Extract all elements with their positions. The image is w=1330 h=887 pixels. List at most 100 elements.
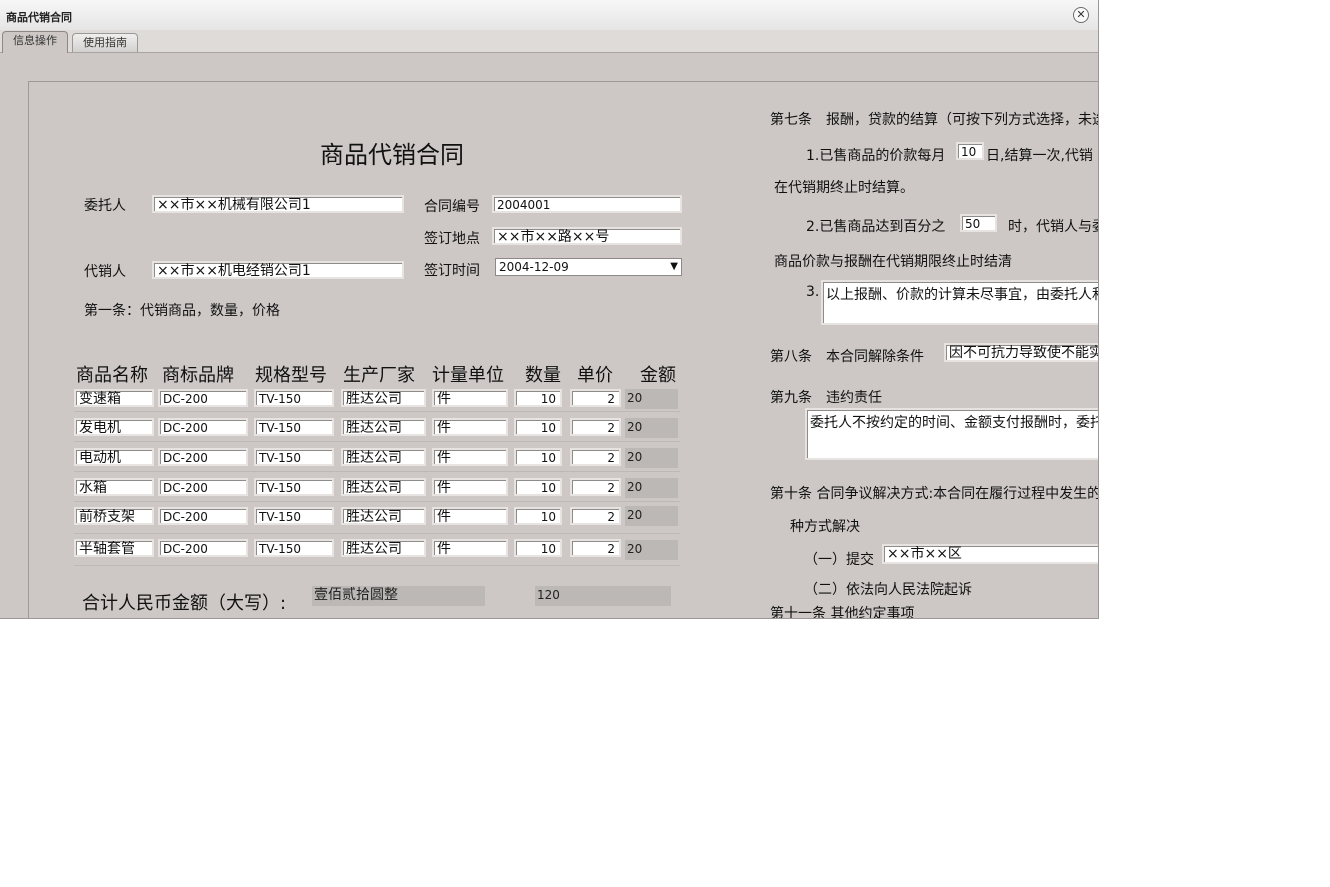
cell-amount: 20 <box>625 389 678 409</box>
cell-model[interactable]: TV-150 <box>254 418 334 436</box>
cell-name[interactable]: 电动机 <box>74 448 154 466</box>
cell-brand[interactable]: DC-200 <box>158 478 248 496</box>
article7-2-suffix: 时，代销人与委 <box>1008 219 1099 235</box>
cell-qty[interactable]: 10 <box>514 539 562 557</box>
article7-title: 第七条 报酬，贷款的结算（可按下列方式选择，未选 <box>770 112 1099 128</box>
cell-maker[interactable]: 胜达公司 <box>341 448 426 466</box>
col-header-model: 规格型号 <box>255 365 327 386</box>
cell-brand[interactable]: DC-200 <box>158 507 248 525</box>
article10-cont: 种方式解决 <box>790 519 860 535</box>
cell-amount: 20 <box>625 478 678 498</box>
cell-unit[interactable]: 件 <box>432 389 508 407</box>
arbitration-input[interactable]: ××市××区 <box>882 544 1098 564</box>
article10-text: 第十条 合同争议解决方式:本合同在履行过程中发生的 <box>770 486 1099 502</box>
total-number: 120 <box>535 586 671 606</box>
cell-amount: 20 <box>625 540 678 560</box>
agent-label: 代销人 <box>84 264 126 280</box>
cell-maker[interactable]: 胜达公司 <box>341 539 426 557</box>
col-header-name: 商品名称 <box>76 365 148 386</box>
article10-option2: （二）依法向人民法院起诉 <box>804 582 972 598</box>
contract-no-input[interactable]: 2004001 <box>492 195 682 213</box>
cell-qty[interactable]: 10 <box>514 418 562 436</box>
settle-day-input[interactable]: 10 <box>956 142 984 160</box>
close-icon[interactable]: ✕ <box>1073 7 1089 23</box>
title-bar: 商品代销合同 ✕ <box>0 0 1098 31</box>
sign-date-label: 签订时间 <box>424 263 480 279</box>
cell-model[interactable]: TV-150 <box>254 448 334 466</box>
total-label: 合计人民币金额（大写）: <box>82 593 287 614</box>
cell-name[interactable]: 变速箱 <box>74 389 154 407</box>
sign-place-input[interactable]: ××市××路××号 <box>492 227 682 245</box>
article8-input[interactable]: 因不可抗力导致使不能实现 <box>944 343 1098 362</box>
cell-maker[interactable]: 胜达公司 <box>341 389 426 407</box>
percent-input[interactable]: 50 <box>960 214 997 232</box>
cell-name[interactable]: 水箱 <box>74 478 154 496</box>
article7-2-cont: 商品价款与报酬在代销期限终止时结清 <box>774 254 1012 270</box>
article9-label: 第九条 违约责任 <box>770 390 882 406</box>
cell-brand[interactable]: DC-200 <box>158 389 248 407</box>
row-divider <box>74 411 680 412</box>
cell-model[interactable]: TV-150 <box>254 539 334 557</box>
cell-unit[interactable]: 件 <box>432 539 508 557</box>
article7-3-textarea[interactable]: 以上报酬、价款的计算未尽事宜，由委托人和 <box>821 280 1098 325</box>
cell-qty[interactable]: 10 <box>514 448 562 466</box>
tab-user-guide[interactable]: 使用指南 <box>72 33 138 52</box>
cell-name[interactable]: 半轴套管 <box>74 539 154 557</box>
article7-1-suffix: 日,结算一次,代销 <box>986 148 1093 164</box>
col-header-brand: 商标品牌 <box>162 365 234 386</box>
cell-maker[interactable]: 胜达公司 <box>341 507 426 525</box>
cell-amount: 20 <box>625 506 678 526</box>
cell-unit[interactable]: 件 <box>432 507 508 525</box>
sign-date-select[interactable]: 2004-12-09 ▼ <box>495 258 682 276</box>
cell-name[interactable]: 前桥支架 <box>74 507 154 525</box>
article7-3-num: 3. <box>806 284 820 300</box>
col-header-qty: 数量 <box>525 365 561 386</box>
row-divider <box>74 501 680 502</box>
row-divider <box>74 441 680 442</box>
cell-unit[interactable]: 件 <box>432 418 508 436</box>
cell-name[interactable]: 发电机 <box>74 418 154 436</box>
row-divider <box>74 533 680 534</box>
cell-model[interactable]: TV-150 <box>254 478 334 496</box>
cell-brand[interactable]: DC-200 <box>158 448 248 466</box>
cell-price[interactable]: 2 <box>570 507 621 525</box>
cell-amount: 20 <box>625 418 678 438</box>
cell-qty[interactable]: 10 <box>514 478 562 496</box>
cell-brand[interactable]: DC-200 <box>158 418 248 436</box>
cell-brand[interactable]: DC-200 <box>158 539 248 557</box>
cell-price[interactable]: 2 <box>570 448 621 466</box>
article7-1-cont: 在代销期终止时结算。 <box>774 180 914 196</box>
total-words: 壹佰贰拾圆整 <box>312 586 485 606</box>
contract-no-label: 合同编号 <box>424 199 480 215</box>
cell-price[interactable]: 2 <box>570 389 621 407</box>
tab-info-operation[interactable]: 信息操作 <box>2 31 68 53</box>
row-divider <box>74 565 680 566</box>
cell-price[interactable]: 2 <box>570 418 621 436</box>
cell-price[interactable]: 2 <box>570 539 621 557</box>
cell-amount: 20 <box>625 448 678 468</box>
tab-bar: 信息操作 使用指南 <box>0 30 1098 53</box>
cell-model[interactable]: TV-150 <box>254 507 334 525</box>
article11-title: 第十一条 其他约定事项 <box>770 606 915 619</box>
cell-qty[interactable]: 10 <box>514 389 562 407</box>
principal-input[interactable]: ××市××机械有限公司1 <box>152 195 404 213</box>
cell-price[interactable]: 2 <box>570 478 621 496</box>
col-header-price: 单价 <box>577 365 613 386</box>
principal-label: 委托人 <box>84 198 126 214</box>
article10-option1: （一）提交 <box>804 552 874 568</box>
cell-maker[interactable]: 胜达公司 <box>341 478 426 496</box>
window-title: 商品代销合同 <box>6 11 72 24</box>
article9-textarea[interactable]: 委托人不按约定的时间、金额支付报酬时，委托 <box>805 408 1098 460</box>
form-heading: 商品代销合同 <box>320 141 464 169</box>
agent-input[interactable]: ××市××机电经销公司1 <box>152 261 404 279</box>
col-header-maker: 生产厂家 <box>343 365 415 386</box>
cell-qty[interactable]: 10 <box>514 507 562 525</box>
col-header-amount: 金额 <box>640 365 676 386</box>
cell-unit[interactable]: 件 <box>432 478 508 496</box>
cell-maker[interactable]: 胜达公司 <box>341 418 426 436</box>
row-divider <box>74 471 680 472</box>
cell-model[interactable]: TV-150 <box>254 389 334 407</box>
contract-window: 商品代销合同 ✕ 信息操作 使用指南 商品代销合同 委托人 ××市××机械有限公… <box>0 0 1099 619</box>
cell-unit[interactable]: 件 <box>432 448 508 466</box>
chevron-down-icon: ▼ <box>670 261 678 272</box>
